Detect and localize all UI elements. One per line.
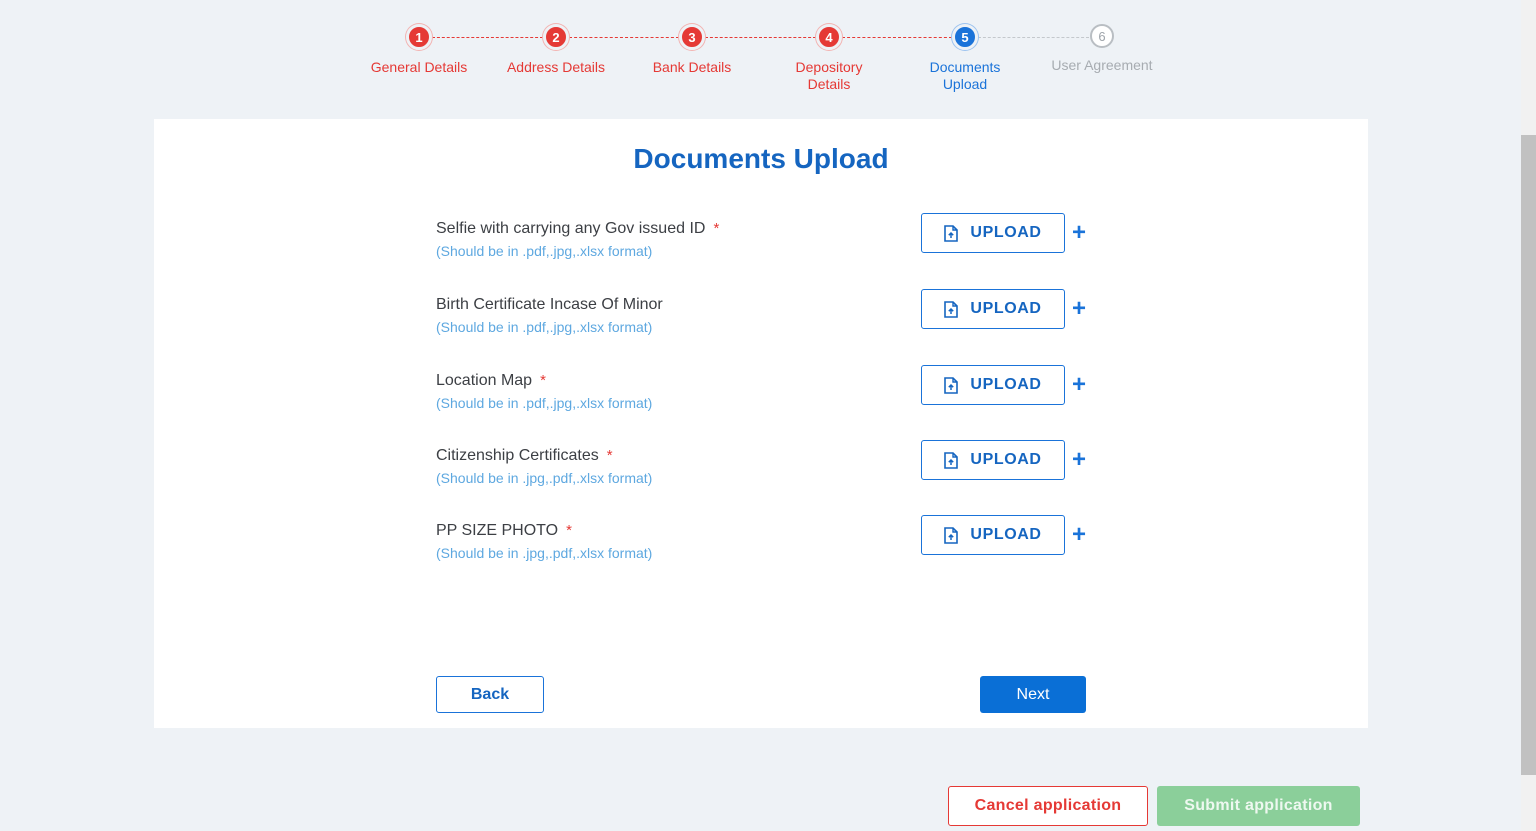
step-label: Bank Details (652, 59, 732, 75)
step-user-agreement: 6 User Agreement (1027, 24, 1177, 74)
upload-button-label: UPLOAD (970, 451, 1042, 468)
upload-button[interactable]: UPLOAD (921, 515, 1065, 555)
document-row-location-map: Location Map * (Should be in .pdf,.jpg,.x… (436, 365, 1096, 432)
documents-upload-card: Documents Upload Selfie with carrying an… (154, 119, 1368, 728)
plus-icon[interactable]: + (1072, 445, 1086, 475)
required-asterisk: * (606, 447, 613, 464)
document-label: PP SIZE PHOTO * (436, 522, 572, 539)
document-row-birth-certificate: Birth Certificate Incase Of Minor (Shoul… (436, 289, 1096, 356)
upload-button-label: UPLOAD (970, 376, 1042, 393)
document-format-hint: (Should be in .pdf,.jpg,.xlsx format) (436, 319, 653, 335)
document-format-hint: (Should be in .pdf,.jpg,.xlsx format) (436, 395, 653, 411)
upload-button-label: UPLOAD (970, 300, 1042, 317)
document-label: Birth Certificate Incase Of Minor (436, 296, 663, 313)
upload-button[interactable]: UPLOAD (921, 365, 1065, 405)
file-upload-icon (944, 376, 959, 394)
step-number: 5 (952, 24, 978, 50)
document-row-citizenship: Citizenship Certificates * (Should be in … (436, 440, 1096, 507)
required-asterisk: * (566, 522, 572, 539)
back-button[interactable]: Back (436, 676, 544, 713)
plus-icon[interactable]: + (1072, 370, 1086, 400)
plus-icon[interactable]: + (1072, 520, 1086, 550)
file-upload-icon (944, 224, 959, 242)
step-number: 1 (406, 24, 432, 50)
next-button[interactable]: Next (980, 676, 1086, 713)
progress-stepper: 1 General Details 2 Address Details 3 Ba… (0, 0, 1536, 110)
document-format-hint: (Should be in .jpg,.pdf,.xlsx format) (436, 545, 653, 561)
upload-button[interactable]: UPLOAD (921, 440, 1065, 480)
step-number: 4 (816, 24, 842, 50)
cancel-application-button[interactable]: Cancel application (948, 786, 1148, 826)
file-upload-icon (944, 451, 959, 469)
document-row-selfie: Selfie with carrying any Gov issued ID * … (436, 213, 1096, 280)
step-label: Address Details (506, 59, 606, 75)
step-label: General Details (370, 59, 468, 75)
step-bank-details[interactable]: 3 Bank Details (617, 24, 767, 76)
step-address-details[interactable]: 2 Address Details (481, 24, 631, 76)
upload-button[interactable]: UPLOAD (921, 289, 1065, 329)
document-label: Selfie with carrying any Gov issued ID * (436, 220, 720, 237)
document-format-hint: (Should be in .jpg,.pdf,.xlsx format) (436, 470, 653, 486)
upload-button[interactable]: UPLOAD (921, 213, 1065, 253)
document-row-pp-size-photo: PP SIZE PHOTO * (Should be in .jpg,.pdf,.… (436, 515, 1096, 582)
step-label: User Agreement (1051, 57, 1153, 73)
document-label: Location Map * (436, 372, 546, 389)
plus-icon[interactable]: + (1072, 294, 1086, 324)
step-depository-details[interactable]: 4 Depository Details (754, 24, 904, 93)
step-general-details[interactable]: 1 General Details (344, 24, 494, 76)
file-upload-icon (944, 526, 959, 544)
required-asterisk: * (713, 220, 720, 237)
file-upload-icon (944, 300, 959, 318)
required-asterisk: * (540, 372, 546, 389)
submit-application-button: Submit application (1157, 786, 1360, 826)
plus-icon[interactable]: + (1072, 218, 1086, 248)
page-title: Documents Upload (633, 143, 889, 174)
step-label: Documents Upload (929, 59, 1001, 92)
document-format-hint: (Should be in .pdf,.jpg,.xlsx format) (436, 243, 653, 259)
upload-button-label: UPLOAD (970, 526, 1042, 543)
step-number: 2 (543, 24, 569, 50)
step-label: Depository Details (795, 59, 863, 92)
upload-button-label: UPLOAD (970, 224, 1042, 241)
step-number: 3 (679, 24, 705, 50)
step-documents-upload[interactable]: 5 Documents Upload (890, 24, 1040, 93)
scrollbar-thumb[interactable] (1521, 135, 1536, 775)
step-number: 6 (1090, 24, 1114, 48)
document-label: Citizenship Certificates * (436, 447, 613, 464)
